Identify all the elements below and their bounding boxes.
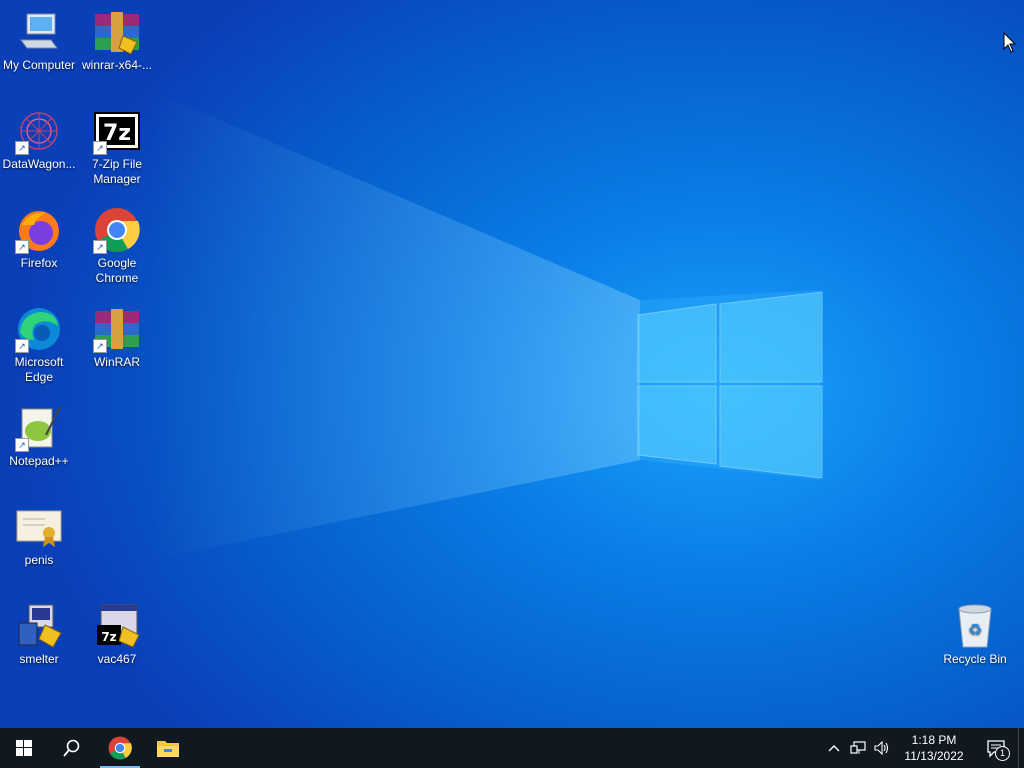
clock[interactable]: 1:18 PM 11/13/2022 xyxy=(894,732,974,764)
desktop-icon-smelter[interactable]: smelter xyxy=(0,594,79,684)
desktop-icon-label: 7-Zip File Manager xyxy=(91,157,142,186)
desktop-icon-penis[interactable]: penis xyxy=(0,495,79,585)
show-hidden-icons-button[interactable] xyxy=(822,728,846,768)
desktop-icon-vac467[interactable]: 7z vac467 xyxy=(77,594,157,684)
svg-text:7z: 7z xyxy=(103,121,131,146)
taskbar-chrome-button[interactable] xyxy=(96,728,144,768)
chrome-icon xyxy=(108,736,132,760)
desktop-icon-7zip[interactable]: 7z ↗ 7-Zip File Manager xyxy=(77,99,157,189)
computer-icon xyxy=(15,8,63,56)
desktop-icon-recycle-bin[interactable]: ♻ Recycle Bin xyxy=(935,594,1015,684)
desktop-icon-label: winrar-x64-... xyxy=(81,58,152,72)
desktop-icon-datawagon[interactable]: ↗ DataWagon... xyxy=(0,99,79,189)
shortcut-arrow-icon: ↗ xyxy=(15,438,29,452)
desktop-icon-winrar-installer[interactable]: winrar-x64-... xyxy=(77,0,157,90)
desktop: My Computer ↗ DataWagon... ↗ Firefox ↗ M… xyxy=(0,0,1024,728)
start-button[interactable] xyxy=(0,728,48,768)
shortcut-arrow-icon: ↗ xyxy=(93,339,107,353)
desktop-icon-label: DataWagon... xyxy=(2,157,76,171)
installer-icon xyxy=(15,602,63,650)
svg-text:7z: 7z xyxy=(101,630,116,644)
shortcut-arrow-icon: ↗ xyxy=(93,141,107,155)
volume-button[interactable] xyxy=(870,728,894,768)
volume-icon xyxy=(874,741,889,755)
search-button[interactable] xyxy=(48,728,96,768)
system-tray: 1:18 PM 11/13/2022 1 xyxy=(822,728,1024,768)
shortcut-arrow-icon: ↗ xyxy=(15,240,29,254)
desktop-icon-label: Google Chrome xyxy=(95,256,139,285)
recycle-bin-icon: ♻ xyxy=(951,602,999,650)
network-icon xyxy=(850,741,866,754)
show-desktop-button[interactable] xyxy=(1018,728,1024,768)
7zip-icon: 7z ↗ xyxy=(93,107,141,155)
shortcut-arrow-icon: ↗ xyxy=(15,141,29,155)
desktop-icon-label: Recycle Bin xyxy=(943,652,1007,666)
desktop-icon-label: Firefox xyxy=(20,256,58,270)
certificate-icon xyxy=(15,503,63,551)
desktop-icon-label: WinRAR xyxy=(93,355,140,369)
desktop-icon-microsoft-edge[interactable]: ↗ Microsoft Edge xyxy=(0,297,79,387)
desktop-icon-label: vac467 xyxy=(97,652,137,666)
desktop-icon-label: Notepad++ xyxy=(9,454,69,468)
desktop-icon-my-computer[interactable]: My Computer xyxy=(0,0,79,90)
chrome-icon: ↗ xyxy=(93,206,141,254)
edge-icon: ↗ xyxy=(15,305,63,353)
firefox-icon: ↗ xyxy=(15,206,63,254)
taskbar-file-explorer-button[interactable] xyxy=(144,728,192,768)
desktop-icon-label: smelter xyxy=(19,652,59,666)
shortcut-arrow-icon: ↗ xyxy=(15,339,29,353)
desktop-icon-label: penis xyxy=(24,553,54,567)
file-explorer-icon xyxy=(157,741,179,757)
winrar-installer-icon xyxy=(93,8,141,56)
notepadpp-icon: ↗ xyxy=(15,404,63,452)
shortcut-arrow-icon: ↗ xyxy=(93,240,107,254)
desktop-icon-notepadpp[interactable]: ↗ Notepad++ xyxy=(0,396,79,486)
desktop-icon-firefox[interactable]: ↗ Firefox xyxy=(0,198,79,288)
desktop-icon-label: Microsoft Edge xyxy=(14,355,64,384)
clock-date: 11/13/2022 xyxy=(904,749,964,763)
desktop-icon-winrar[interactable]: ↗ WinRAR xyxy=(77,297,157,387)
svg-text:♻: ♻ xyxy=(968,620,982,639)
start-icon xyxy=(16,740,32,756)
taskbar: 1:18 PM 11/13/2022 1 xyxy=(0,728,1024,768)
chevron-up-icon xyxy=(828,745,840,752)
network-button[interactable] xyxy=(846,728,870,768)
7zip-sfx-icon: 7z xyxy=(93,602,141,650)
search-icon xyxy=(63,739,80,757)
datawagon-icon: ↗ xyxy=(15,107,63,155)
winrar-icon: ↗ xyxy=(93,305,141,353)
clock-time: 1:18 PM xyxy=(911,733,957,747)
desktop-icon-google-chrome[interactable]: ↗ Google Chrome xyxy=(77,198,157,288)
mouse-cursor-icon xyxy=(1003,32,1017,53)
desktop-icon-label: My Computer xyxy=(2,58,76,72)
notification-count-badge: 1 xyxy=(995,746,1010,761)
action-center-button[interactable]: 1 xyxy=(974,728,1018,768)
